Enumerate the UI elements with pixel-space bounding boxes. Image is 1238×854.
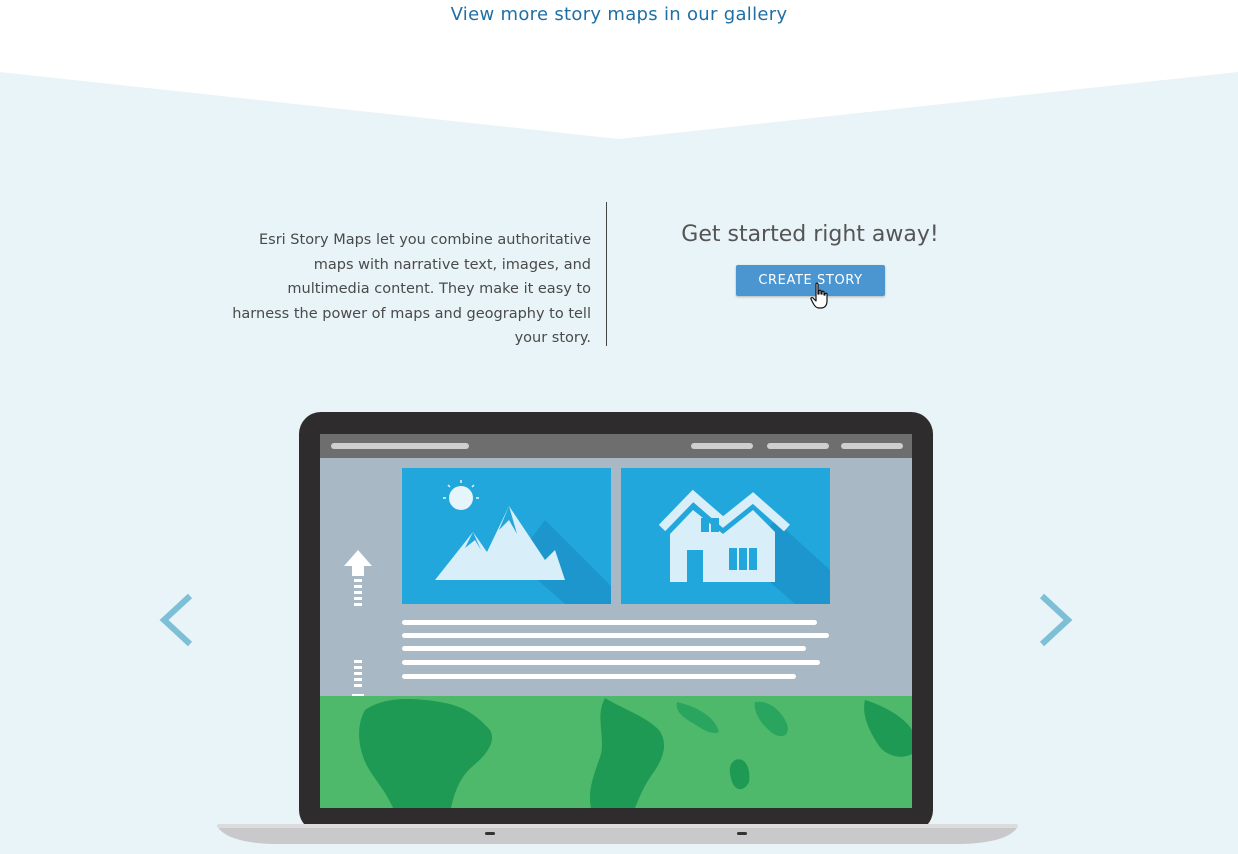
chevron-right-icon[interactable] [1036,592,1076,648]
world-map-panel [320,696,912,808]
hand-cursor-icon [810,282,828,309]
laptop-base [217,826,1018,844]
intro-description: Esri Story Maps let you combine authorit… [232,232,591,346]
chevron-left-icon[interactable] [158,592,198,648]
mountain-sun-icon [402,468,611,604]
house-icon [621,468,830,604]
cta-heading: Get started right away! [681,222,939,247]
section-divider [606,202,607,346]
laptop-illustration [217,412,1018,844]
gallery-link[interactable]: View more story maps in our gallery [0,4,1238,25]
